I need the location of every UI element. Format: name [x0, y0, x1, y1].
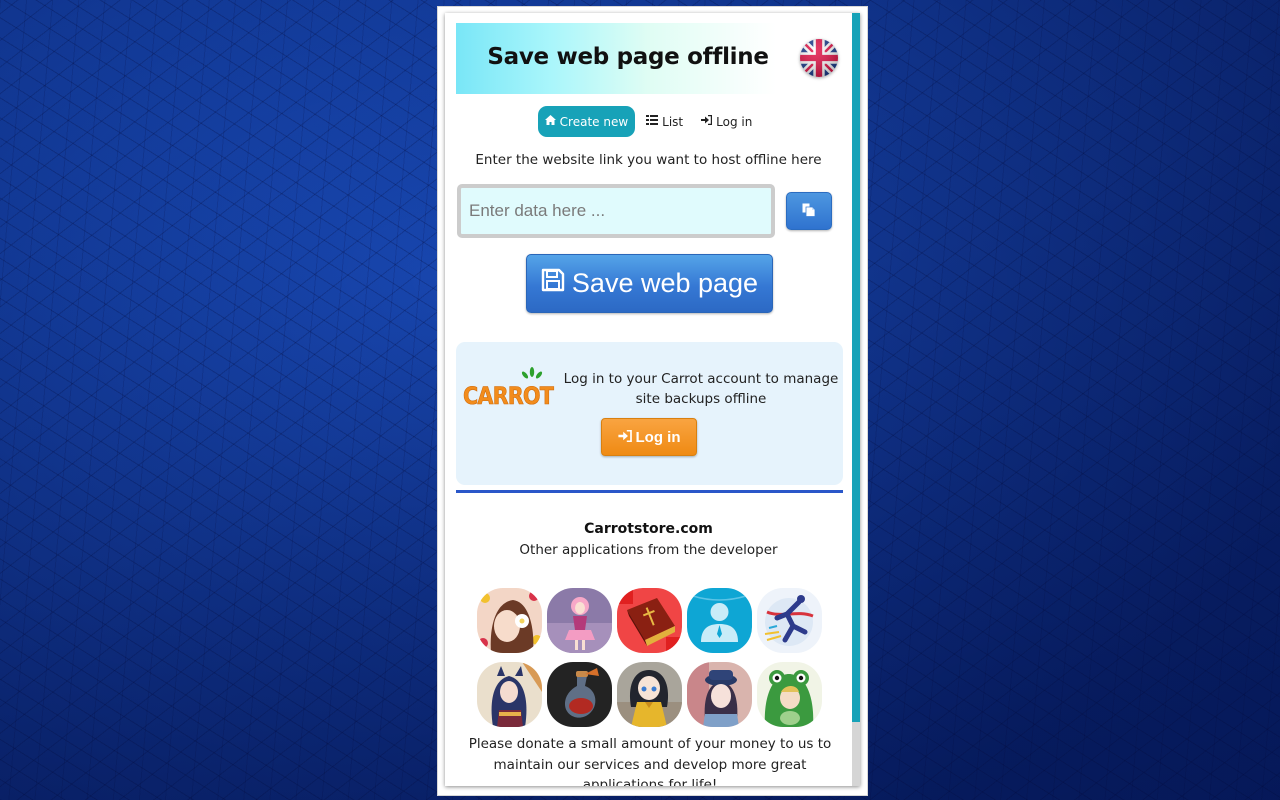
tab-label: List	[662, 114, 684, 129]
carrot-login-button[interactable]: Log in	[601, 418, 697, 456]
list-icon	[646, 115, 659, 128]
uk-flag-icon[interactable]	[800, 39, 838, 77]
app-icon-anime-pink-girl[interactable]	[547, 588, 612, 653]
carrot-login-panel: CARROT Log in to your Carrot account to …	[456, 342, 843, 485]
app-icon-potion-bottle[interactable]	[547, 662, 612, 727]
app-icon-girl-flower[interactable]	[477, 588, 542, 653]
tab-list[interactable]: List	[639, 106, 690, 137]
popup-content: Save web page offline Create new List Lo…	[445, 13, 852, 786]
header-banner: Save web page offline	[456, 23, 776, 94]
section-divider	[456, 490, 843, 493]
login-button-label: Log in	[635, 428, 681, 446]
tab-label: Log in	[716, 114, 753, 129]
app-icon-anime-police-girl[interactable]	[687, 662, 752, 727]
tab-log-in[interactable]: Log in	[694, 106, 759, 137]
carrot-logo-text: CARROT	[463, 382, 554, 410]
carrot-logo: CARROT	[461, 366, 556, 410]
page-title: Save web page offline	[487, 44, 769, 70]
url-input[interactable]	[457, 184, 775, 238]
app-icon-anime-cat-girl[interactable]	[477, 662, 542, 727]
scrollbar-thumb[interactable]	[852, 13, 860, 722]
app-icon-runner[interactable]	[757, 588, 822, 653]
sign-in-icon	[617, 429, 632, 446]
save-web-page-button[interactable]: Save web page	[526, 254, 773, 313]
sign-in-icon	[701, 114, 713, 128]
save-button-label: Save web page	[571, 268, 759, 298]
app-grid	[477, 588, 827, 727]
paste-button[interactable]	[786, 192, 832, 230]
store-subtitle: Other applications from the developer	[519, 542, 778, 558]
nav-tabs: Create new List Log in	[445, 106, 852, 137]
tab-create-new[interactable]: Create new	[537, 106, 636, 137]
paste-icon	[802, 202, 816, 221]
app-icon-bible[interactable]	[617, 588, 682, 653]
store-title[interactable]: Carrotstore.com	[445, 521, 852, 537]
carrot-login-message: Log in to your Carrot account to manage …	[563, 371, 839, 407]
scrollbar-track[interactable]	[852, 13, 860, 786]
floppy-disk-icon	[541, 268, 565, 299]
app-icon-frog-costume[interactable]	[757, 662, 822, 727]
tab-label: Create new	[559, 114, 629, 129]
url-instruction: Enter the website link you want to host …	[475, 152, 822, 168]
donate-message: Please donate a small amount of your mon…	[468, 736, 832, 786]
app-icon-contact-person[interactable]	[687, 588, 752, 653]
extension-popup: Save web page offline Create new List Lo…	[445, 13, 860, 786]
app-icon-anime-yellow-dress[interactable]	[617, 662, 682, 727]
home-icon	[544, 115, 556, 128]
